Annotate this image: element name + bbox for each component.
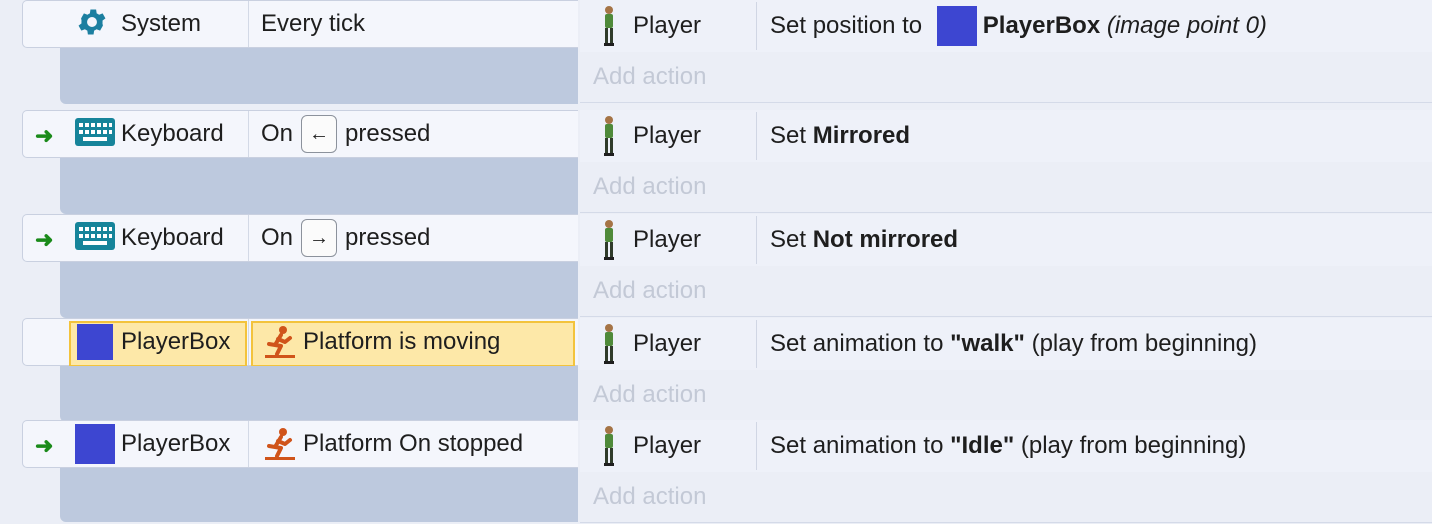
blue-square-icon (77, 324, 113, 360)
blue-square-icon (75, 424, 115, 464)
keyboard-icon (75, 221, 115, 255)
condition-area (60, 468, 578, 522)
add-action-label[interactable]: Add action (593, 472, 706, 522)
add-action-link[interactable]: Add action (580, 472, 1432, 523)
action-text[interactable]: Set position to PlayerBox (image point 0… (770, 0, 1267, 52)
action-text-pre: Set animation to (770, 432, 951, 459)
condition-text[interactable]: Every tick (261, 1, 365, 47)
condition-object[interactable]: System (23, 1, 249, 47)
object-name: Keyboard (121, 120, 224, 147)
condition-text-post: pressed (345, 120, 431, 147)
blue-square-icon (936, 6, 977, 46)
player-sprite-icon (602, 219, 616, 266)
add-action-label[interactable]: Add action (593, 370, 706, 420)
event-condition-row[interactable]: ➜ Keyboard On → pressed (22, 214, 578, 262)
event-condition-row[interactable]: System Every tick (22, 0, 578, 48)
event-block: ➜ Keyboard On → pressed Player Set Not m… (0, 214, 1432, 318)
action-param: Not mirrored (812, 226, 959, 253)
divider (248, 215, 249, 261)
condition-object[interactable]: PlayerBox (23, 421, 249, 467)
running-figure-icon (263, 325, 297, 359)
player-sprite-icon (602, 425, 616, 472)
action-text-post: (play from beginning) (1014, 432, 1247, 459)
add-action-label[interactable]: Add action (593, 266, 706, 316)
divider (248, 1, 249, 47)
add-action-label[interactable]: Add action (593, 162, 706, 212)
action-row[interactable]: Player Set animation to "walk" (play fro… (580, 318, 1432, 371)
keyboard-icon (75, 117, 115, 151)
divider (756, 216, 757, 264)
player-sprite-icon (602, 323, 616, 370)
action-text-pre: Set animation to (770, 330, 951, 357)
condition-text-pre: On (261, 224, 294, 251)
condition-object[interactable]: Keyboard (23, 215, 249, 261)
add-action-label[interactable]: Add action (593, 52, 706, 102)
event-block: ➜ Keyboard On ← pressed Player Set Mirro… (0, 110, 1432, 214)
condition-area (60, 48, 578, 104)
action-param-note: (image point 0) (1106, 12, 1267, 39)
condition-area (60, 366, 578, 422)
divider (756, 320, 757, 368)
action-text-post: (play from beginning) (1024, 330, 1258, 357)
action-text-pre: Set (770, 226, 813, 253)
event-block: PlayerBox Platform is moving Player Set … (0, 318, 1432, 422)
object-name: PlayerBox (121, 328, 231, 355)
condition-text-pre: On (261, 120, 294, 147)
action-object-name: Player (633, 122, 702, 149)
action-text-pre: Set (770, 122, 813, 149)
condition-area (60, 158, 578, 214)
event-condition-row[interactable]: PlayerBox Platform is moving (22, 318, 578, 367)
action-text[interactable]: Set animation to "walk" (play from begin… (770, 318, 1257, 370)
action-row[interactable]: Player Set animation to "Idle" (play fro… (580, 420, 1432, 473)
add-action-link[interactable]: Add action (580, 370, 1432, 421)
add-action-link[interactable]: Add action (580, 52, 1432, 103)
key-right-arrow: → (301, 219, 338, 257)
action-row[interactable]: Player Set position to PlayerBox (image … (580, 0, 1432, 53)
condition-area (60, 262, 578, 318)
event-block: System Every tick Player Set position to… (0, 0, 1432, 104)
action-text[interactable]: Set Mirrored (770, 110, 910, 162)
divider (248, 111, 249, 157)
event-condition-row[interactable]: ➜ PlayerBox Platform On stopped (22, 420, 578, 468)
divider (756, 2, 757, 50)
object-name: Keyboard (121, 224, 224, 251)
action-text[interactable]: Set animation to "Idle" (play from begin… (770, 420, 1246, 472)
add-action-link[interactable]: Add action (580, 162, 1432, 213)
action-text-pre: Set position to (770, 12, 929, 39)
action-param: "walk" (950, 330, 1025, 357)
condition-label: Platform On stopped (303, 430, 524, 457)
condition-text[interactable]: Platform On stopped (263, 421, 523, 467)
object-name: System (121, 10, 202, 37)
action-object-name: Player (633, 432, 702, 459)
action-object-name: Player (633, 330, 702, 357)
action-text[interactable]: Set Not mirrored (770, 214, 958, 266)
event-condition-row[interactable]: ➜ Keyboard On ← pressed (22, 110, 578, 158)
divider (248, 319, 249, 365)
player-sprite-icon (602, 5, 616, 52)
condition-object[interactable]: Keyboard (23, 111, 249, 157)
action-object-name: Player (633, 226, 702, 253)
condition-label: Platform is moving (303, 328, 501, 355)
gear-icon (75, 5, 109, 44)
key-left-arrow: ← (301, 115, 338, 153)
condition-text[interactable]: Platform is moving (263, 319, 500, 365)
action-param: "Idle" (950, 432, 1015, 459)
running-figure-icon (263, 427, 297, 461)
add-action-link[interactable]: Add action (580, 266, 1432, 317)
action-row[interactable]: Player Set Not mirrored (580, 214, 1432, 267)
divider (756, 422, 757, 470)
condition-text[interactable]: On ← pressed (261, 111, 430, 157)
divider (248, 421, 249, 467)
condition-object[interactable]: PlayerBox (23, 319, 249, 365)
action-param: PlayerBox (982, 12, 1101, 39)
event-block: ➜ PlayerBox Platform On stopped Player S… (0, 420, 1432, 524)
action-param: Mirrored (812, 122, 911, 149)
condition-text[interactable]: On → pressed (261, 215, 430, 261)
player-sprite-icon (602, 115, 616, 162)
divider (756, 112, 757, 160)
action-row[interactable]: Player Set Mirrored (580, 110, 1432, 163)
action-object-name: Player (633, 12, 702, 39)
object-name: PlayerBox (121, 430, 231, 457)
condition-text-post: pressed (345, 224, 431, 251)
